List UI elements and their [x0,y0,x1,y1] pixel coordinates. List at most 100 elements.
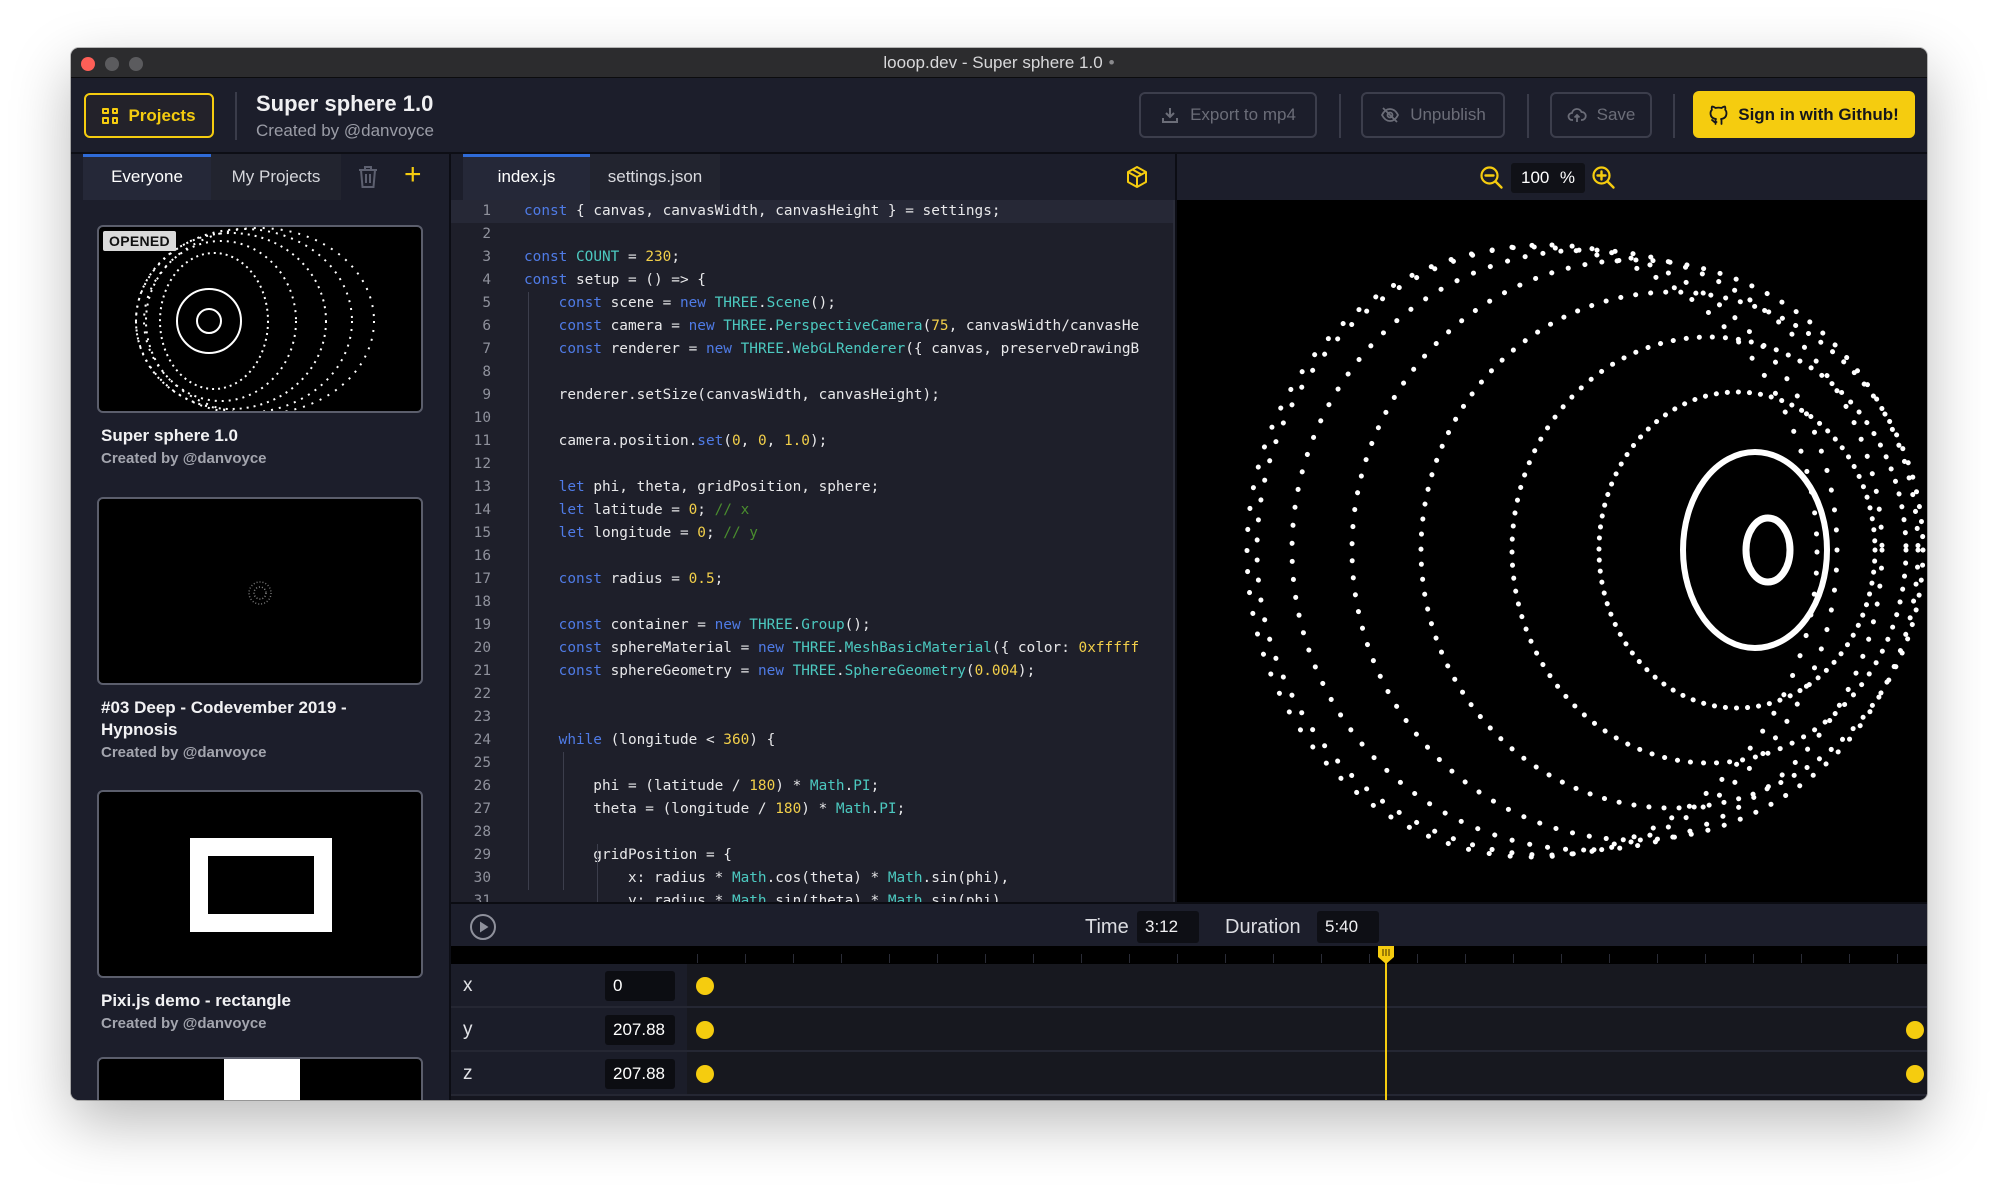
code-line[interactable]: 1 const { canvas, canvasWidth, canvasHeig… [451,200,1175,223]
ruler-tick [1129,954,1130,963]
code-line[interactable]: 3 const COUNT = 230; [451,246,1175,269]
grid-icon [102,107,119,124]
project-card[interactable]: OPENED Super sphere 1.0 Created by @danv… [97,225,423,467]
line-content: theta = (longitude / 180) * Math.PI; [524,801,906,817]
code-line[interactable]: 30 x: radius * Math.cos(theta) * Math.si… [451,867,1175,890]
project-card-author: Created by @danvoyce [101,450,267,467]
code-line[interactable]: 20 const sphereMaterial = new THREE.Mesh… [451,637,1175,660]
project-thumbnail [97,1057,423,1100]
line-content: const container = new THREE.Group(); [558,617,871,633]
project-title: Super sphere 1.0 [256,91,434,116]
project-card[interactable]: #03 Deep - Codevember 2019 - Hypnosis Cr… [97,497,423,761]
playhead-handle[interactable] [1377,946,1395,964]
code-line[interactable]: 11 camera.position.set(0, 0, 1.0); [451,430,1175,453]
playhead-line[interactable] [1385,946,1388,1100]
app-header: Projects Super sphere 1.0 Created by @da… [71,78,1927,154]
code-line[interactable]: 9 renderer.setSize(canvasWidth, canvasHe… [451,384,1175,407]
code-line[interactable]: 25 [451,752,1175,775]
trash-icon[interactable] [357,165,379,189]
code-line[interactable]: 24 while (longitude < 360) { [451,729,1175,752]
code-line[interactable]: 8 [451,361,1175,384]
project-card[interactable]: Pixi.js demo - rectangle Created by @dan… [97,790,423,1032]
save-button[interactable]: Save [1550,92,1652,138]
timeline-ruler[interactable] [451,946,1927,964]
ruler-tick [1753,954,1754,963]
code-line[interactable]: 2 [451,223,1175,246]
unpublish-button[interactable]: Unpublish [1361,92,1505,138]
code-line[interactable]: 31 y: radius * Math.sin(theta) * Math.si… [451,890,1175,902]
ruler-tick [1513,954,1514,963]
zoom-input[interactable]: 100% [1511,163,1585,193]
line-number: 17 [473,571,491,587]
indent-guide [597,844,599,902]
keyframe-dot[interactable] [1906,1065,1924,1083]
time-value[interactable]: 3:12 [1137,911,1199,943]
unsaved-dot: • [1108,53,1115,72]
line-content: const COUNT = 230; [524,249,680,265]
tab-everyone[interactable]: Everyone [83,154,211,200]
line-content: const radius = 0.5; [558,571,724,587]
opened-badge: OPENED [103,231,176,251]
code-line[interactable]: 21 const sphereGeometry = new THREE.Sphe… [451,660,1175,683]
code-line[interactable]: 5 const scene = new THREE.Scene(); [451,292,1175,315]
ruler-tick [1417,954,1418,963]
code-line[interactable]: 10 [451,407,1175,430]
track-value-input[interactable]: 0 [605,971,675,1001]
export-button[interactable]: Export to mp4 [1139,92,1317,138]
package-icon[interactable] [1125,165,1149,189]
line-number: 21 [473,663,491,679]
line-content: const camera = new THREE.PerspectiveCame… [558,318,1140,334]
line-number: 29 [473,847,491,863]
tab-my-projects[interactable]: My Projects [211,154,341,200]
ruler-tick [1705,954,1706,963]
code-line[interactable]: 27 theta = (longitude / 180) * Math.PI; [451,798,1175,821]
project-thumbnail [97,790,423,978]
code-line[interactable]: 29 gridPosition = { [451,844,1175,867]
track-value-input[interactable]: 207.88 [605,1059,675,1089]
track-lane[interactable] [687,1052,1927,1094]
code-line[interactable]: 26 phi = (latitude / 180) * Math.PI; [451,775,1175,798]
code-line[interactable]: 4 const setup = () => { [451,269,1175,292]
line-number: 28 [473,824,491,840]
code-area[interactable]: 1 const { canvas, canvasWidth, canvasHeig… [451,200,1175,902]
zoom-out-icon[interactable] [1479,165,1504,190]
keyframe-dot[interactable] [696,1065,714,1083]
code-line[interactable]: 19 const container = new THREE.Group(); [451,614,1175,637]
line-number: 20 [473,640,491,656]
sphere-canvas[interactable] [1177,200,1927,902]
keyframe-dot[interactable] [696,1021,714,1039]
indent-guide [528,292,529,890]
project-card[interactable] [97,1057,423,1100]
line-content: const sphereMaterial = new THREE.MeshBas… [558,640,1140,656]
tab-index-js[interactable]: index.js [463,154,590,200]
play-icon[interactable] [469,913,497,941]
track-value-input[interactable]: 207.88 [605,1015,675,1045]
code-line[interactable]: 15 let longitude = 0; // y [451,522,1175,545]
duration-value[interactable]: 5:40 [1317,911,1379,943]
plus-icon[interactable]: + [404,160,422,190]
code-line[interactable]: 12 [451,453,1175,476]
code-line[interactable]: 16 [451,545,1175,568]
track-name: z [463,1063,473,1084]
tab-settings-json[interactable]: settings.json [590,154,720,200]
code-line[interactable]: 18 [451,591,1175,614]
project-thumbnail [97,497,423,685]
sign-in-github-button[interactable]: Sign in with Github! [1693,91,1915,138]
code-line[interactable]: 23 [451,706,1175,729]
code-line[interactable]: 14 let latitude = 0; // x [451,499,1175,522]
code-line[interactable]: 28 [451,821,1175,844]
keyframe-dot[interactable] [1906,1021,1924,1039]
duration-label: Duration [1225,916,1301,938]
track-lane[interactable] [687,1008,1927,1050]
code-line[interactable]: 22 [451,683,1175,706]
projects-button[interactable]: Projects [84,93,214,138]
track-lane[interactable] [687,964,1927,1006]
code-line[interactable]: 7 const renderer = new THREE.WebGLRender… [451,338,1175,361]
code-line[interactable]: 17 const radius = 0.5; [451,568,1175,591]
line-number: 19 [473,617,491,633]
keyframe-dot[interactable] [696,977,714,995]
ruler-tick [745,954,746,963]
code-line[interactable]: 6 const camera = new THREE.PerspectiveCa… [451,315,1175,338]
zoom-in-icon[interactable] [1591,165,1616,190]
code-line[interactable]: 13 let phi, theta, gridPosition, sphere; [451,476,1175,499]
